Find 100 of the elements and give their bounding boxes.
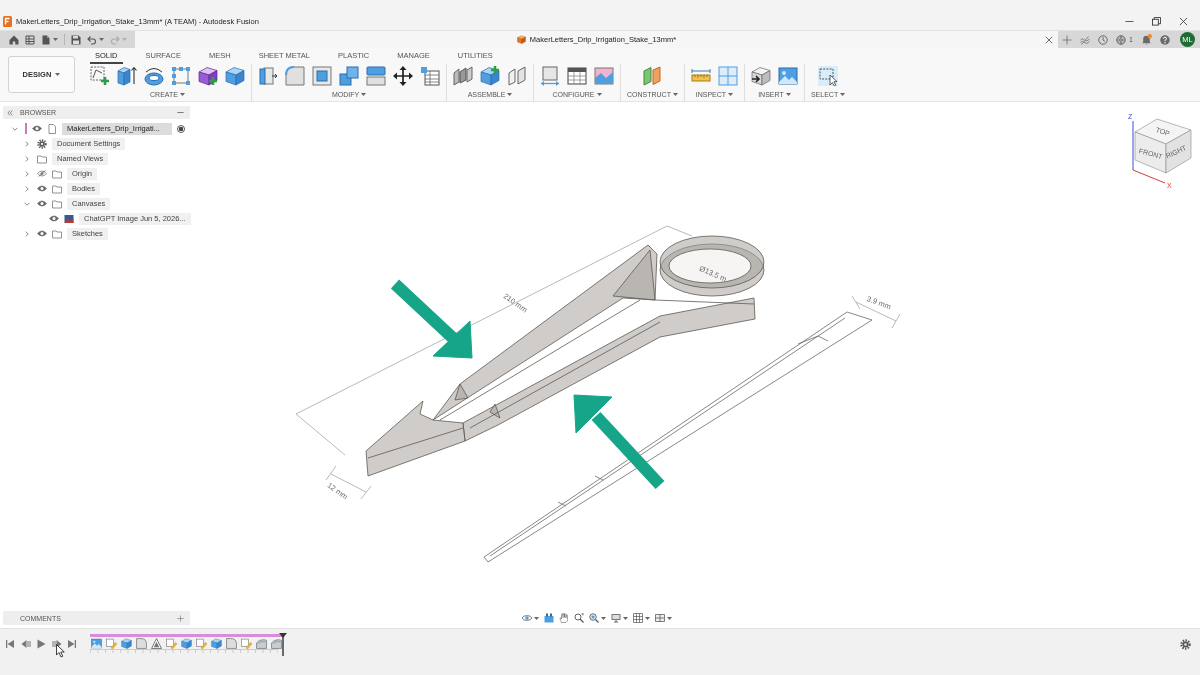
image-icon[interactable] <box>777 66 798 86</box>
rectangle-points-icon[interactable] <box>171 66 191 86</box>
caret-icon[interactable] <box>507 93 513 96</box>
plus-icon[interactable] <box>177 614 184 622</box>
skip-forward-icon[interactable] <box>67 639 77 649</box>
folder-icon <box>52 198 62 209</box>
save-icon[interactable] <box>71 34 81 45</box>
restore-icon[interactable] <box>1152 17 1161 26</box>
globe-icon[interactable] <box>1116 34 1126 45</box>
table-icon[interactable] <box>420 66 440 86</box>
caret-icon[interactable] <box>601 616 606 620</box>
orbit-icon[interactable] <box>522 613 532 623</box>
image-icon[interactable] <box>91 638 102 649</box>
eye-icon[interactable] <box>32 125 42 132</box>
close-icon[interactable] <box>1045 35 1053 44</box>
clock-icon[interactable] <box>1098 34 1108 45</box>
layout-icon[interactable] <box>655 613 665 623</box>
section-grid-icon[interactable] <box>717 66 738 86</box>
picture-frame-icon[interactable] <box>594 66 614 86</box>
skip-back-icon[interactable] <box>5 639 15 649</box>
caret-icon[interactable] <box>55 73 61 76</box>
chevron-right-icon[interactable] <box>24 140 30 147</box>
chevron-right-icon[interactable] <box>24 170 30 177</box>
caret-icon[interactable] <box>672 93 678 96</box>
box-arrow-icon[interactable] <box>750 66 771 86</box>
close-icon[interactable] <box>1179 17 1188 26</box>
rounded-box-icon[interactable] <box>256 638 267 649</box>
cube-icon[interactable] <box>121 638 132 649</box>
caret-icon[interactable] <box>728 93 734 96</box>
caret-icon[interactable] <box>179 93 185 96</box>
caret-icon[interactable] <box>534 616 539 620</box>
sketch-pencil-icon[interactable] <box>196 638 207 649</box>
move-arrows-icon[interactable] <box>393 66 413 86</box>
wave-lines-icon[interactable] <box>1080 34 1090 45</box>
zoom-window-icon[interactable] <box>589 613 599 623</box>
triangle-icon[interactable] <box>151 638 162 649</box>
caret-icon[interactable] <box>53 38 58 41</box>
eye-icon[interactable] <box>37 185 47 192</box>
gear-icon[interactable] <box>1180 639 1191 650</box>
hollow-box-icon[interactable] <box>312 66 332 86</box>
caret-icon[interactable] <box>785 93 791 96</box>
select-cursor-icon[interactable] <box>818 66 839 86</box>
cube-icon[interactable] <box>181 638 192 649</box>
bell-icon[interactable] <box>1140 34 1152 45</box>
sketch-pencil-icon[interactable] <box>241 638 252 649</box>
rounded-block-icon[interactable] <box>136 638 147 649</box>
play-icon[interactable] <box>36 639 46 649</box>
hand-icon[interactable] <box>559 613 569 623</box>
rounded-block-icon[interactable] <box>226 638 237 649</box>
look-at-icon[interactable] <box>544 613 554 623</box>
caret-icon[interactable] <box>645 616 650 620</box>
box-arrows-icon[interactable] <box>540 66 560 86</box>
radio-button[interactable] <box>177 124 185 133</box>
push-pull-box-icon[interactable] <box>258 66 278 86</box>
parts-outline-icon[interactable] <box>507 66 527 86</box>
chevron-down-icon[interactable] <box>24 200 30 207</box>
app-logo-icon <box>3 16 12 27</box>
help-icon[interactable] <box>1159 34 1170 45</box>
caret-icon[interactable] <box>361 93 367 96</box>
caret-icon[interactable] <box>840 93 846 96</box>
planes-icon[interactable] <box>642 66 663 86</box>
sketch-plus-icon[interactable] <box>90 66 110 86</box>
sketch-pencil-icon[interactable] <box>166 638 177 649</box>
cube-icon[interactable] <box>211 638 222 649</box>
undo-icon[interactable] <box>87 34 97 45</box>
chevron-down-icon[interactable] <box>12 125 18 132</box>
eye-slash-icon[interactable] <box>37 170 47 177</box>
view-cube[interactable] <box>1134 118 1192 174</box>
caret-icon[interactable] <box>623 616 628 620</box>
box-arrow-icon[interactable] <box>117 66 137 86</box>
chevron-right-icon[interactable] <box>24 230 30 237</box>
cube-plus-icon[interactable] <box>480 66 500 86</box>
collapse-icon[interactable] <box>7 109 13 116</box>
file-icon[interactable] <box>41 34 51 45</box>
parts-icon[interactable] <box>453 66 473 86</box>
table-icon[interactable] <box>567 66 587 86</box>
stacked-boxes-icon[interactable] <box>339 66 359 86</box>
sketch-pencil-icon[interactable] <box>106 638 117 649</box>
eye-icon[interactable] <box>49 215 59 222</box>
rounded-box-icon[interactable] <box>285 66 305 86</box>
monitor-icon[interactable] <box>611 613 621 623</box>
minimize-icon[interactable] <box>177 109 184 116</box>
ring-icon[interactable] <box>144 66 164 86</box>
chevron-right-icon[interactable] <box>24 185 30 192</box>
chevron-right-icon[interactable] <box>24 155 30 162</box>
cube-icon[interactable] <box>225 66 245 86</box>
plus-icon[interactable] <box>1062 34 1072 45</box>
caret-icon[interactable] <box>596 93 602 96</box>
zoom-icon[interactable] <box>574 613 584 623</box>
home-icon[interactable] <box>9 34 19 45</box>
caret-icon[interactable] <box>667 616 672 620</box>
step-back-icon[interactable] <box>20 639 31 649</box>
grid-icon[interactable] <box>633 613 643 623</box>
eye-icon[interactable] <box>37 200 47 207</box>
caret-icon[interactable] <box>99 38 104 41</box>
cube-plus-icon[interactable] <box>198 66 218 86</box>
grid-icon[interactable] <box>25 34 35 45</box>
eye-icon[interactable] <box>37 230 47 237</box>
timeline-marker[interactable] <box>279 633 287 656</box>
layers-icon[interactable] <box>366 66 386 86</box>
